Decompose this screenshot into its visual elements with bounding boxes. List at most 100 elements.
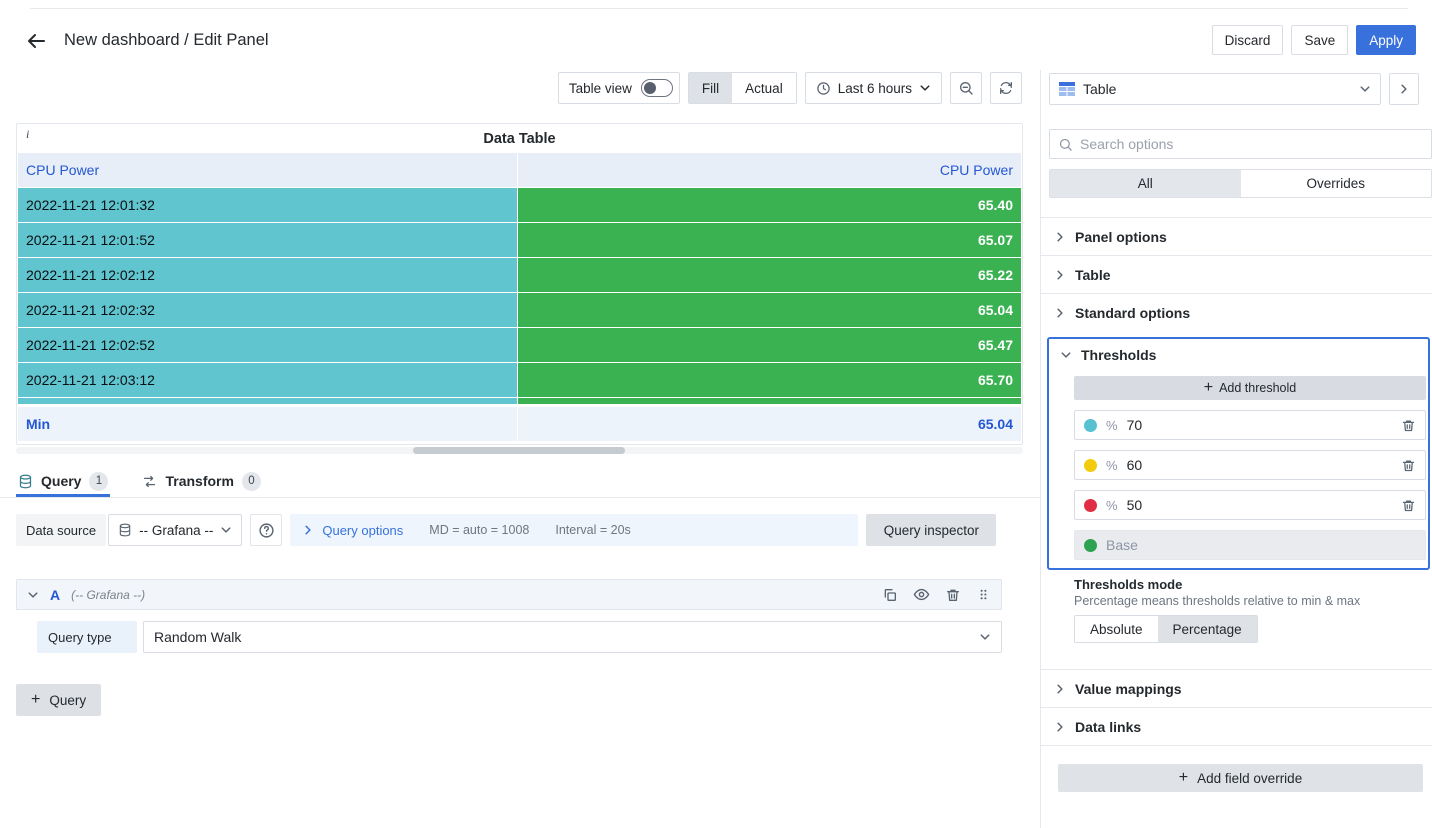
query-inspector-button[interactable]: Query inspector [866,514,996,546]
query-options-label: Query options [322,523,403,538]
datasource-icon [118,523,132,537]
mode-absolute-option[interactable]: Absolute [1075,616,1158,642]
add-query-label: Query [49,693,86,708]
thresholds-mode-description: Percentage means thresholds relative to … [1074,594,1360,608]
add-query-button[interactable]: + Query [16,684,101,716]
tab-transform[interactable]: Transform 0 [140,465,262,497]
back-button[interactable] [24,28,50,54]
section-panel-options[interactable]: Panel options [1041,217,1432,255]
scrollbar-thumb[interactable] [413,447,625,454]
delete-threshold-trash-icon[interactable] [1401,498,1416,513]
chevron-down-icon [1060,349,1072,361]
threshold-color-dot[interactable] [1084,459,1097,472]
hide-query-eye-icon[interactable] [913,586,930,603]
table-row: 2022-11-21 12:02:52 65.47 [18,328,1021,362]
section-standard-options[interactable]: Standard options [1041,293,1432,331]
thresholds-header[interactable]: Thresholds [1049,339,1428,363]
datasource-value: -- Grafana -- [139,523,213,538]
threshold-value[interactable]: 60 [1127,457,1143,473]
threshold-row[interactable]: % 50 [1074,490,1426,520]
mode-percentage-option[interactable]: Percentage [1158,616,1257,642]
visualization-picker[interactable]: Table [1049,73,1381,105]
cell-time: 2022-11-21 12:03:12 [18,363,517,397]
footer-label: Min [18,407,517,441]
time-range-label: Last 6 hours [838,81,912,96]
refresh-button[interactable] [990,72,1022,104]
max-data-points: MD = auto = 1008 [429,523,529,537]
threshold-color-dot[interactable] [1084,419,1097,432]
section-title: Thresholds [1081,347,1156,363]
table-view-control: Table view [558,72,680,104]
delete-threshold-trash-icon[interactable] [1401,458,1416,473]
fill-option[interactable]: Fill [689,73,732,103]
delete-threshold-trash-icon[interactable] [1401,418,1416,433]
panel-info-icon[interactable]: i [26,127,29,142]
section-table[interactable]: Table [1041,255,1432,293]
section-title: Data links [1075,719,1141,735]
section-title: Value mappings [1075,681,1182,697]
query-type-label: Query type [37,621,137,653]
column-header-value[interactable]: CPU Power [518,153,1021,187]
options-sidebar: Table All Overrides Panel options Table … [1040,70,1432,828]
threshold-row[interactable]: % 60 [1074,450,1426,480]
add-field-override-label: Add field override [1197,771,1302,786]
query-ref-id: A [50,587,60,603]
datasource-picker[interactable]: -- Grafana -- [108,514,242,546]
threshold-value[interactable]: 70 [1127,417,1143,433]
transform-count-badge: 0 [242,472,261,491]
threshold-prefix: % [1106,458,1118,473]
base-label: Base [1106,537,1138,553]
cell-value: 65.70 [518,363,1021,397]
table-view-toggle[interactable] [641,79,673,97]
tab-transform-label: Transform [165,473,233,489]
table-row: 2022-11-21 12:03:12 65.70 [18,363,1021,397]
query-options-bar: Query options MD = auto = 1008 Interval … [290,514,858,546]
actual-option[interactable]: Actual [732,73,796,103]
table-row: 2022-11-21 12:01:32 65.40 [18,188,1021,222]
interval: Interval = 20s [555,523,630,537]
collapse-chevron-icon[interactable] [27,589,39,601]
add-threshold-button[interactable]: + Add threshold [1074,376,1426,400]
zoom-out-icon [958,80,974,96]
discard-button[interactable]: Discard [1212,25,1284,55]
zoom-out-button[interactable] [950,72,982,104]
query-datasource-hint: (-- Grafana --) [71,588,145,602]
thresholds-mode-segmented: Absolute Percentage [1074,615,1258,643]
tab-all[interactable]: All [1050,170,1241,197]
query-type-select[interactable]: Random Walk [143,621,1002,653]
plus-icon: + [31,692,40,708]
footer-value: 65.04 [518,407,1021,441]
tab-overrides[interactable]: Overrides [1241,170,1432,197]
time-range-picker[interactable]: Last 6 hours [805,72,942,104]
datasource-row: Data source -- Grafana -- Query options … [16,514,996,546]
grafana-edit-panel: New dashboard / Edit Panel Discard Save … [0,0,1432,828]
chevron-down-icon [1359,83,1371,95]
column-header-time[interactable]: CPU Power [18,153,517,187]
options-filter-tabs: All Overrides [1049,169,1432,198]
tab-query[interactable]: Query 1 [16,465,110,497]
threshold-prefix: % [1106,498,1118,513]
threshold-value[interactable]: 50 [1127,497,1143,513]
page-title: New dashboard / Edit Panel [64,31,269,50]
query-options-toggle[interactable]: Query options [302,523,403,538]
cell-value: 65.07 [518,223,1021,257]
delete-query-trash-icon[interactable] [945,587,961,603]
base-color-dot[interactable] [1084,539,1097,552]
collapse-sidebar-button[interactable] [1389,73,1419,105]
apply-button[interactable]: Apply [1356,25,1416,55]
table-view-label: Table view [569,81,632,96]
add-threshold-label: Add threshold [1219,381,1296,395]
datasource-help-button[interactable] [250,514,282,546]
drag-handle-icon[interactable] [976,587,991,602]
threshold-row[interactable]: % 70 [1074,410,1426,440]
search-input[interactable] [1080,136,1423,152]
table-viz-icon [1059,82,1075,96]
duplicate-icon[interactable] [882,587,898,603]
save-button[interactable]: Save [1291,25,1348,55]
thresholds-mode-title: Thresholds mode [1074,577,1182,592]
section-data-links[interactable]: Data links [1041,707,1432,745]
arrow-left-icon [24,29,48,53]
section-value-mappings[interactable]: Value mappings [1041,669,1432,707]
add-field-override-button[interactable]: + Add field override [1058,764,1423,792]
threshold-color-dot[interactable] [1084,499,1097,512]
